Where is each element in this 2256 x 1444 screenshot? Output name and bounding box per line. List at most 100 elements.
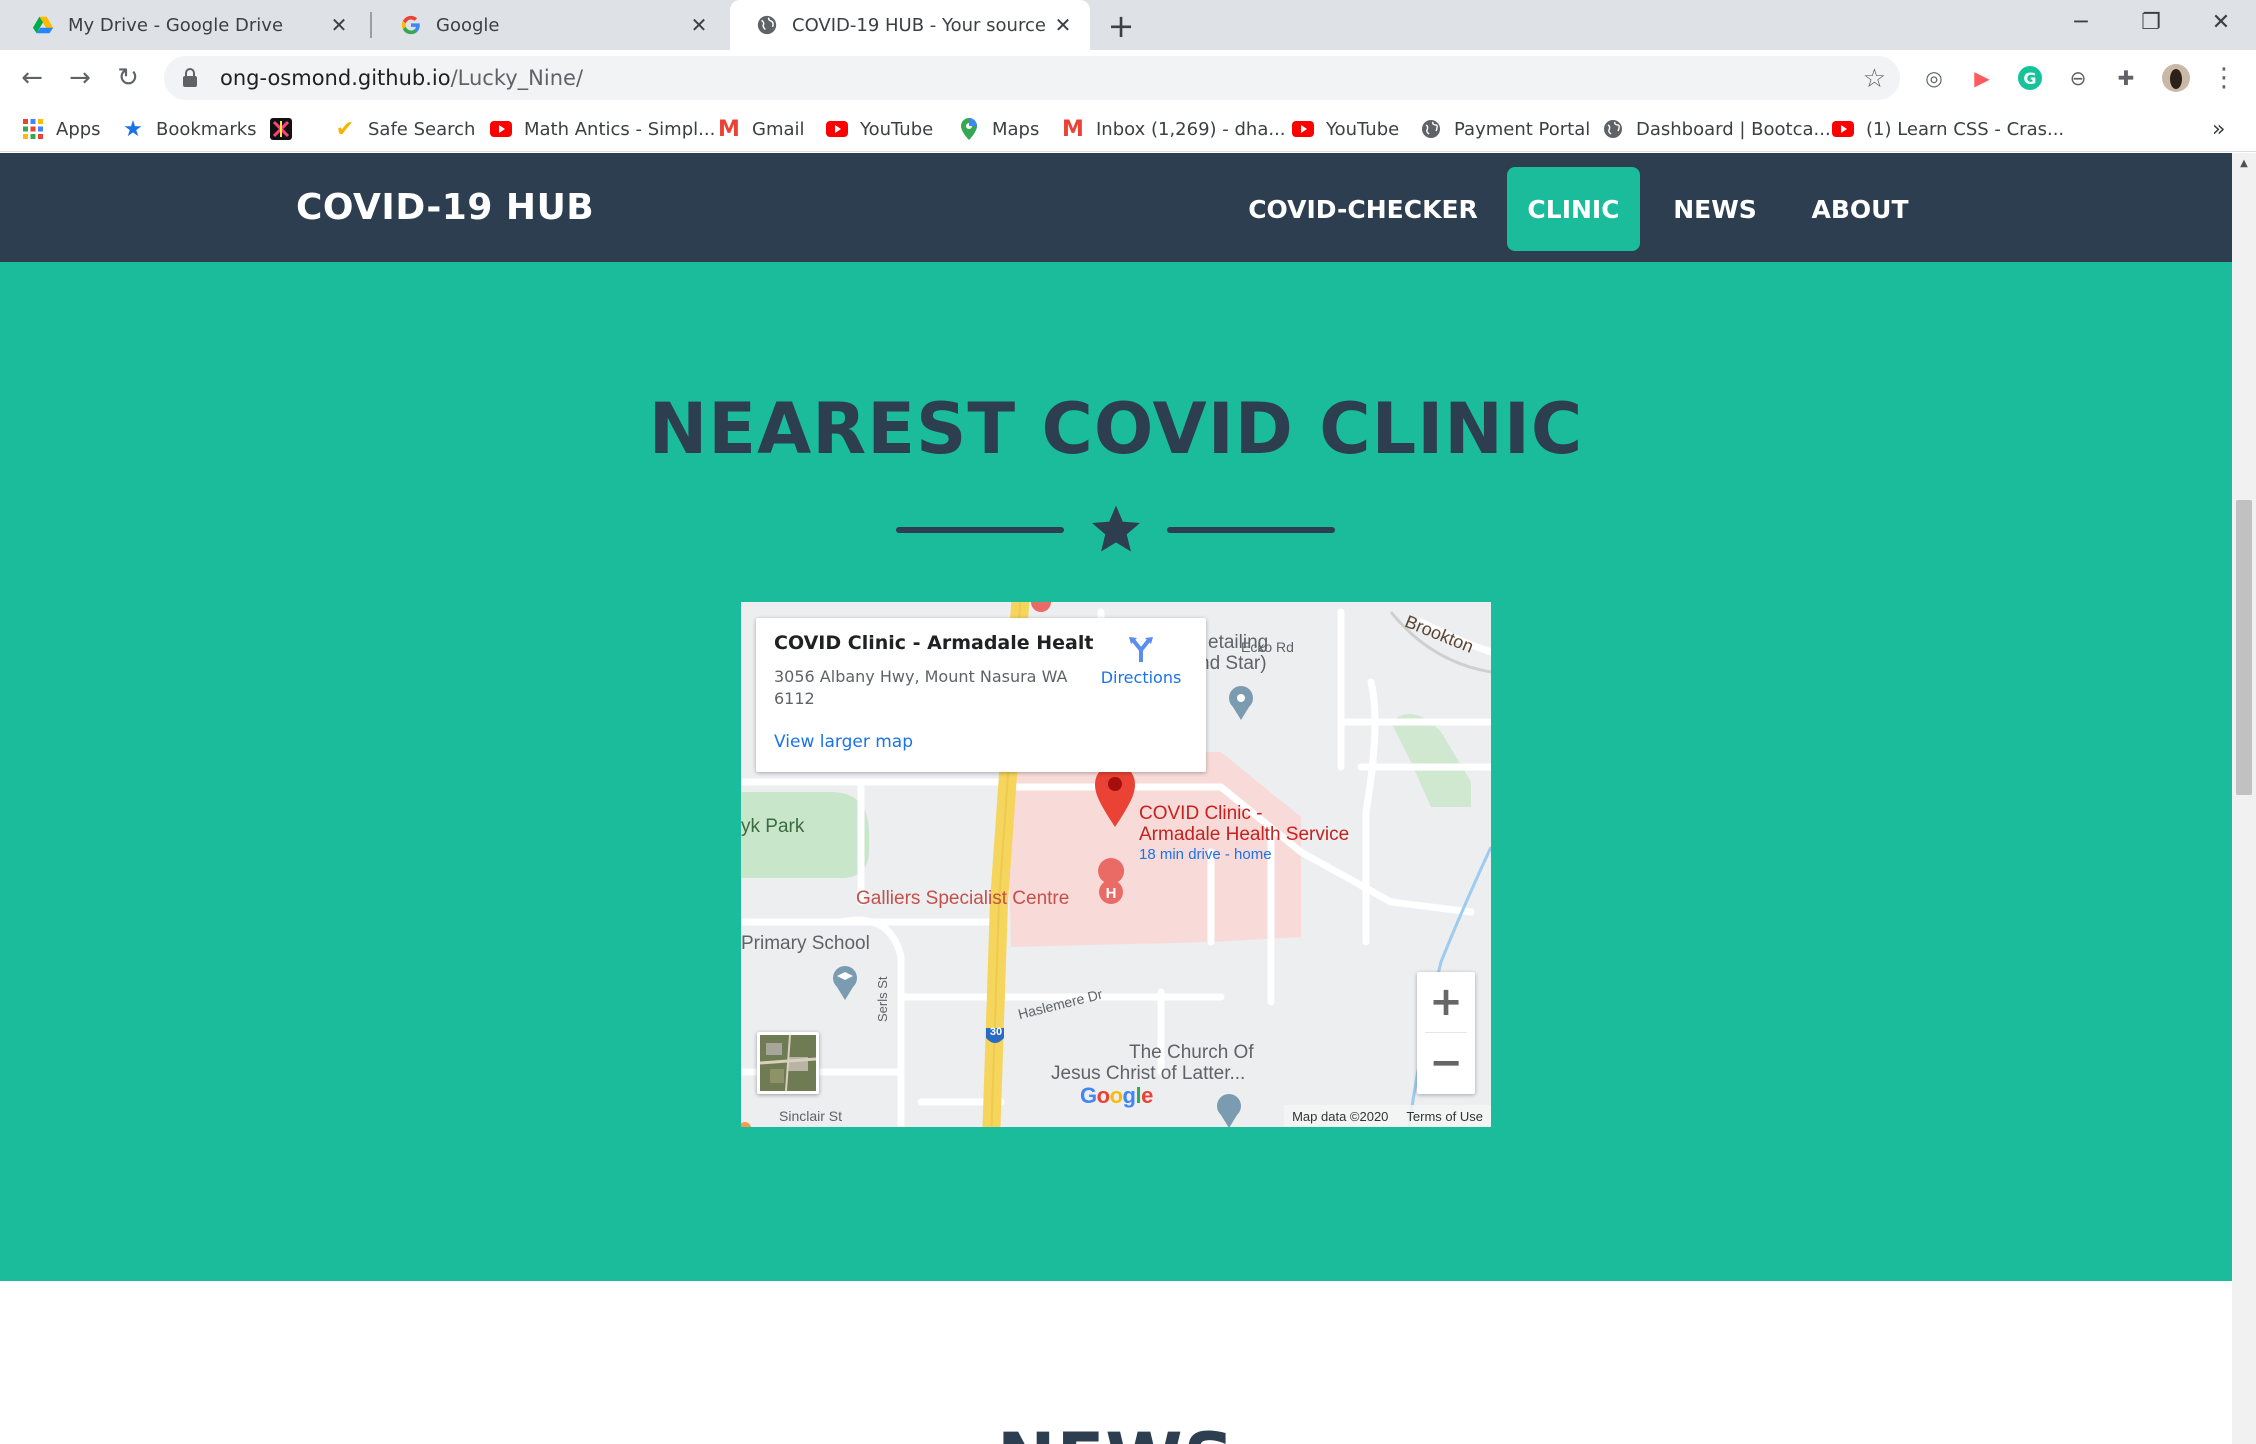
news-heading: NEWS <box>0 1418 2232 1444</box>
google-icon <box>401 15 420 35</box>
close-icon[interactable]: ✕ <box>326 12 352 38</box>
bookmark-label: Inbox (1,269) - dha... <box>1096 118 1286 140</box>
tab-covid-hub[interactable]: COVID-19 HUB - Your source of i ✕ <box>730 0 1090 50</box>
bookmark-label: Bookmarks <box>156 118 257 140</box>
map-label-retailing: etailing <box>1208 632 1269 653</box>
google-logo: Google <box>1080 1083 1153 1108</box>
place-address: 3056 Albany Hwy, Mount Nasura WA 6112 <box>774 667 1068 708</box>
lock-icon <box>183 68 197 87</box>
bookmark-label: (1) Learn CSS - Cras... <box>1866 118 2065 140</box>
reload-button[interactable]: ↻ <box>108 58 148 98</box>
bookmark-label: Math Antics - Simpl... <box>524 118 716 140</box>
bookmark-dashboard[interactable]: Dashboard | Bootca... <box>1602 106 1831 152</box>
place-title: COVID Clinic - Armadale Healt... <box>774 632 1094 654</box>
page-scrollbar[interactable]: ▲ <box>2232 153 2256 1444</box>
web-page: COVID-19 HUB COVID-CHECKER CLINIC NEWS A… <box>0 153 2232 1444</box>
grammarly-icon[interactable]: G <box>2016 64 2044 92</box>
bookmark-maps[interactable]: Maps <box>958 106 1039 152</box>
restore-button[interactable]: ❐ <box>2116 0 2186 44</box>
extension-icon[interactable]: ◎ <box>1920 64 1948 92</box>
site-navbar: COVID-19 HUB COVID-CHECKER CLINIC NEWS A… <box>0 153 2232 262</box>
terms-of-use-link[interactable]: Terms of Use <box>1406 1109 1483 1124</box>
chrome-menu-icon[interactable]: ⋮ <box>2210 63 2238 93</box>
directions-label: Directions <box>1100 668 1182 687</box>
bookmark-gmail[interactable]: M Gmail <box>718 106 804 152</box>
puzzle-extensions-icon[interactable]: ✚ <box>2112 64 2140 92</box>
bookmark-youtube[interactable]: YouTube <box>826 106 933 152</box>
maps-pin-icon <box>958 118 980 140</box>
svg-text:H: H <box>1106 885 1117 902</box>
star-icon <box>1091 505 1141 552</box>
bookmark-label: Dashboard | Bootca... <box>1636 118 1831 140</box>
zoom-out-button[interactable]: − <box>1417 1033 1475 1093</box>
youtube-icon <box>826 118 848 140</box>
map-label-drive-time[interactable]: 18 min drive - home <box>1139 846 1272 863</box>
svg-text:G: G <box>2023 69 2036 88</box>
url-path: /Lucky_Nine/ <box>450 66 584 90</box>
map-label-sinclair: Sinclair St <box>779 1108 843 1124</box>
view-larger-map-link[interactable]: View larger map <box>774 732 913 752</box>
close-icon[interactable]: ✕ <box>1050 12 1076 38</box>
bookmark-label: Payment Portal <box>1454 118 1591 140</box>
close-window-button[interactable]: ✕ <box>2186 0 2256 44</box>
colorful-logo-icon <box>270 118 292 140</box>
news-section: NEWS <box>0 1281 2232 1444</box>
bookmark-bookmarks[interactable]: ★ Bookmarks <box>122 106 257 152</box>
place-info-card: COVID Clinic - Armadale Healt... 3056 Al… <box>756 618 1206 772</box>
map-label-school: Primary School <box>741 933 870 954</box>
clinic-section: NEAREST COVID CLINIC H 30 Brookton Ecko … <box>0 262 2232 1281</box>
screencast-extension-icon[interactable]: ▶ <box>1968 64 1996 92</box>
minimize-button[interactable]: ─ <box>2046 0 2116 44</box>
back-button[interactable]: ← <box>12 58 52 98</box>
map-label-marker-1: COVID Clinic - <box>1139 803 1263 824</box>
tab-google[interactable]: Google ✕ <box>374 0 726 50</box>
site-brand[interactable]: COVID-19 HUB <box>296 153 594 262</box>
scroll-up-arrow-icon[interactable]: ▲ <box>2232 153 2256 173</box>
bookmark-apps[interactable]: Apps <box>22 106 101 152</box>
embedded-map[interactable]: H 30 Brookton Ecko Rd etailing nd Star) … <box>741 602 1491 1127</box>
tab-divider <box>370 12 372 38</box>
profile-avatar[interactable] <box>2162 64 2190 92</box>
tab-title: Google <box>436 14 500 36</box>
close-icon[interactable]: ✕ <box>686 12 712 38</box>
nav-about[interactable]: ABOUT <box>1796 167 1924 251</box>
satellite-toggle[interactable] <box>757 1032 819 1094</box>
address-bar[interactable]: ong-osmond.github.io/Lucky_Nine/ ☆ <box>164 56 1900 100</box>
map-label-church-2: Jesus Christ of Latter... <box>1051 1063 1246 1084</box>
divider-line-left <box>896 527 1064 533</box>
bookmark-label: Safe Search <box>368 118 476 140</box>
bookmark-safe-search[interactable]: ✔ Safe Search <box>334 106 476 152</box>
new-tab-button[interactable]: + <box>1103 7 1139 45</box>
code-extension-icon[interactable]: ⊖ <box>2064 64 2092 92</box>
tab-google-drive[interactable]: My Drive - Google Drive ✕ <box>6 0 366 50</box>
globe-icon <box>1602 118 1624 140</box>
bookmark-star-icon[interactable]: ☆ <box>1863 64 1886 94</box>
map-attribution: Map data ©2020 Terms of Use <box>1284 1105 1491 1127</box>
bookmark-youtube-2[interactable]: YouTube <box>1292 106 1399 152</box>
nav-covid-checker[interactable]: COVID-CHECKER <box>1240 167 1486 251</box>
globe-icon <box>1420 118 1442 140</box>
star-icon: ★ <box>123 116 143 142</box>
directions-button[interactable]: Directions <box>1086 634 1196 687</box>
map-label-marker-2: Armadale Health Service <box>1139 824 1350 845</box>
bookmark-colorful-logo[interactable] <box>270 106 304 152</box>
google-drive-icon <box>32 16 54 34</box>
bookmark-inbox[interactable]: M Inbox (1,269) - dha... <box>1062 106 1286 152</box>
chevron-double-right-icon: » <box>2212 116 2226 142</box>
zoom-in-button[interactable]: + <box>1417 972 1475 1032</box>
nav-news[interactable]: NEWS <box>1660 167 1770 251</box>
bookmark-math-antics[interactable]: Math Antics - Simpl... <box>490 106 715 152</box>
more-bookmarks-button[interactable]: » <box>2212 106 2225 152</box>
bookmark-learn-css[interactable]: (1) Learn CSS - Cras... <box>1832 106 2064 152</box>
bookmarks-bar: Apps ★ Bookmarks ✔ Safe Search Math Anti… <box>0 106 2256 152</box>
forward-button[interactable]: → <box>60 58 100 98</box>
scrollbar-thumb[interactable] <box>2236 500 2252 795</box>
bookmark-label: Maps <box>992 118 1040 140</box>
clinic-heading: NEAREST COVID CLINIC <box>648 388 1584 470</box>
divider-line-right <box>1167 527 1335 533</box>
bookmark-payment-portal[interactable]: Payment Portal <box>1420 106 1590 152</box>
gmail-icon: M <box>718 116 740 142</box>
bookmark-label: YouTube <box>860 118 934 140</box>
safe-search-icon: ✔ <box>335 116 355 142</box>
nav-clinic[interactable]: CLINIC <box>1507 167 1640 251</box>
